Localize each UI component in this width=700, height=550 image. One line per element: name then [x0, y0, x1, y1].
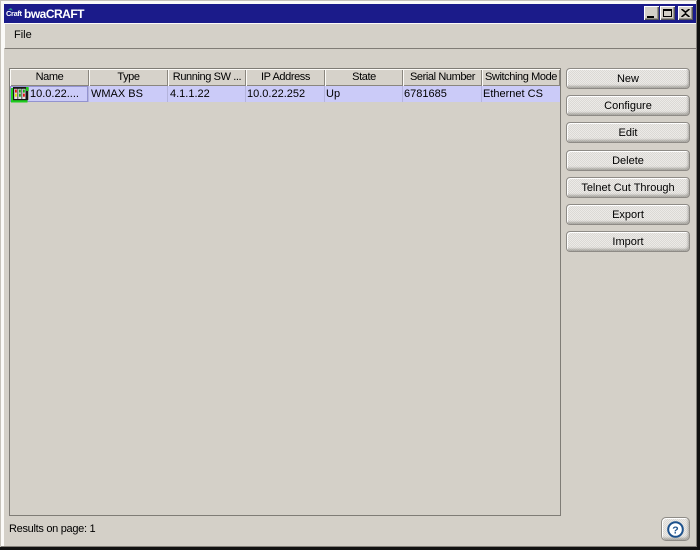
svg-text:?: ? — [672, 525, 678, 537]
svg-text:Craft: Craft — [6, 9, 23, 17]
